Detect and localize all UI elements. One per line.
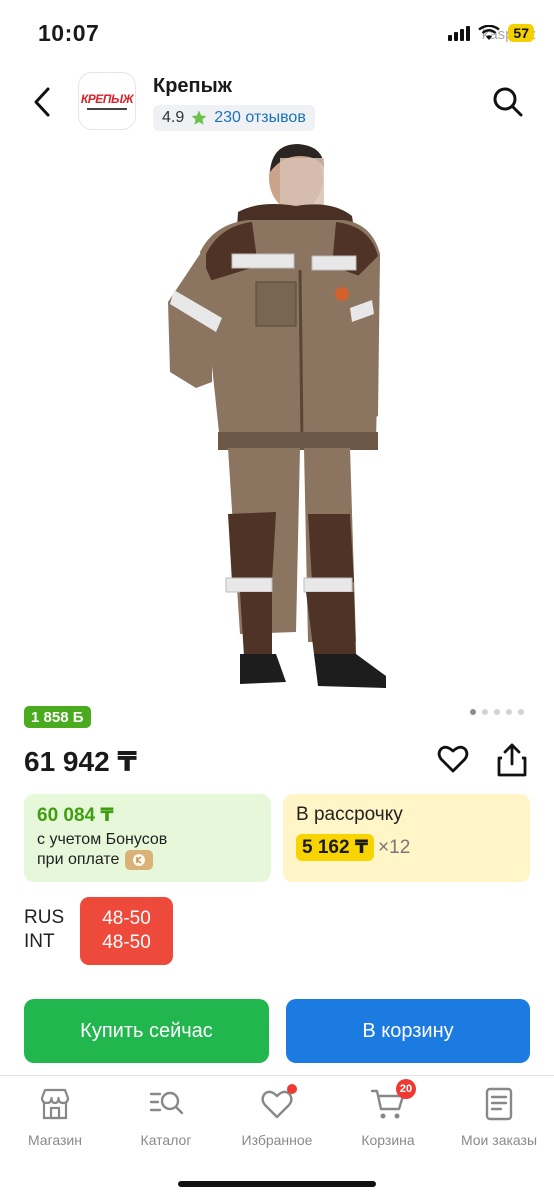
tab-label: Избранное <box>241 1132 313 1148</box>
cart-count-badge: 20 <box>396 1079 416 1099</box>
product-image[interactable] <box>0 142 554 698</box>
star-icon <box>191 110 207 125</box>
bonus-price-card[interactable]: 60 084 ₸ с учетом Бонусов при оплате <box>24 794 271 882</box>
gallery-dot[interactable] <box>494 709 500 715</box>
search-button[interactable] <box>490 84 526 120</box>
tab-shop[interactable]: Магазин <box>0 1086 110 1148</box>
size-value-rus: 48-50 <box>102 908 151 929</box>
gallery-dot[interactable] <box>470 709 476 715</box>
size-label-int: INT <box>24 931 55 952</box>
shop-icon <box>40 1088 70 1120</box>
bonus-price: 60 084 ₸ <box>37 805 114 826</box>
bonus-line-2: при оплате <box>37 851 120 868</box>
store-logo[interactable]: КРЕПЫЖ <box>78 72 136 130</box>
status-bar: 10:07 kaspi.kz 57 <box>0 0 554 66</box>
kaspi-gold-icon <box>125 850 154 870</box>
catalog-search-icon <box>149 1091 184 1115</box>
bonus-line-1: с учетом Бонусов <box>37 831 168 848</box>
tab-label: Мои заказы <box>460 1132 538 1148</box>
rating-pill[interactable]: 4.9 230 отзывов <box>153 105 315 131</box>
add-to-cart-button[interactable]: В корзину <box>286 999 530 1063</box>
tab-orders[interactable]: Мои заказы <box>444 1086 554 1148</box>
chevron-left-icon <box>34 87 50 117</box>
gallery-dot[interactable] <box>506 709 512 715</box>
status-icons: 57 <box>448 24 534 42</box>
bonus-badge: 1 858 Б <box>24 706 91 728</box>
store-header: КРЕПЫЖ Крепыж 4.9 230 отзывов <box>0 66 554 142</box>
size-value-int: 48-50 <box>102 932 151 953</box>
reviews-link[interactable]: 230 отзывов <box>214 109 306 127</box>
signal-icon <box>448 25 471 41</box>
tab-label: Магазин <box>27 1132 82 1148</box>
size-label-rus: RUS <box>24 907 65 928</box>
home-indicator <box>178 1181 376 1187</box>
product-photo <box>168 144 386 688</box>
favorite-button[interactable] <box>436 742 470 776</box>
gallery-pager <box>470 709 524 715</box>
share-icon <box>497 743 527 777</box>
product-price: 61 942 ₸ <box>24 746 137 777</box>
favorites-dot-badge <box>287 1084 297 1094</box>
tab-label: Корзина <box>361 1132 415 1148</box>
installment-amount: 5 162 ₸ <box>296 834 375 861</box>
gallery-dot[interactable] <box>518 709 524 715</box>
shop-name[interactable]: Крепыж <box>153 75 232 98</box>
tab-catalog[interactable]: Каталог <box>111 1086 221 1148</box>
status-time: 10:07 <box>38 20 100 46</box>
tab-cart[interactable]: 20 Корзина <box>333 1079 443 1148</box>
installment-months: ×12 <box>378 836 411 858</box>
size-system-labels: RUS INT <box>24 906 64 954</box>
orders-icon <box>485 1087 513 1121</box>
rating-value: 4.9 <box>162 109 185 126</box>
wifi-icon <box>478 25 501 40</box>
size-option-selected[interactable]: 48-50 48-50 <box>80 897 173 965</box>
battery-indicator: 57 <box>508 24 534 42</box>
tab-favorites[interactable]: Избранное <box>222 1084 332 1148</box>
gallery-dot[interactable] <box>482 709 488 715</box>
installment-card[interactable]: В рассрочку 5 162 ₸ ×12 <box>283 794 530 882</box>
search-icon <box>493 87 523 117</box>
tab-label: Каталог <box>140 1132 192 1148</box>
back-button[interactable] <box>22 82 62 122</box>
logo-text: КРЕПЫЖ <box>80 92 134 106</box>
heart-icon <box>437 745 469 773</box>
share-button[interactable] <box>495 742 529 778</box>
buy-now-button[interactable]: Купить сейчас <box>24 999 269 1063</box>
installment-title: В рассрочку <box>296 804 403 825</box>
